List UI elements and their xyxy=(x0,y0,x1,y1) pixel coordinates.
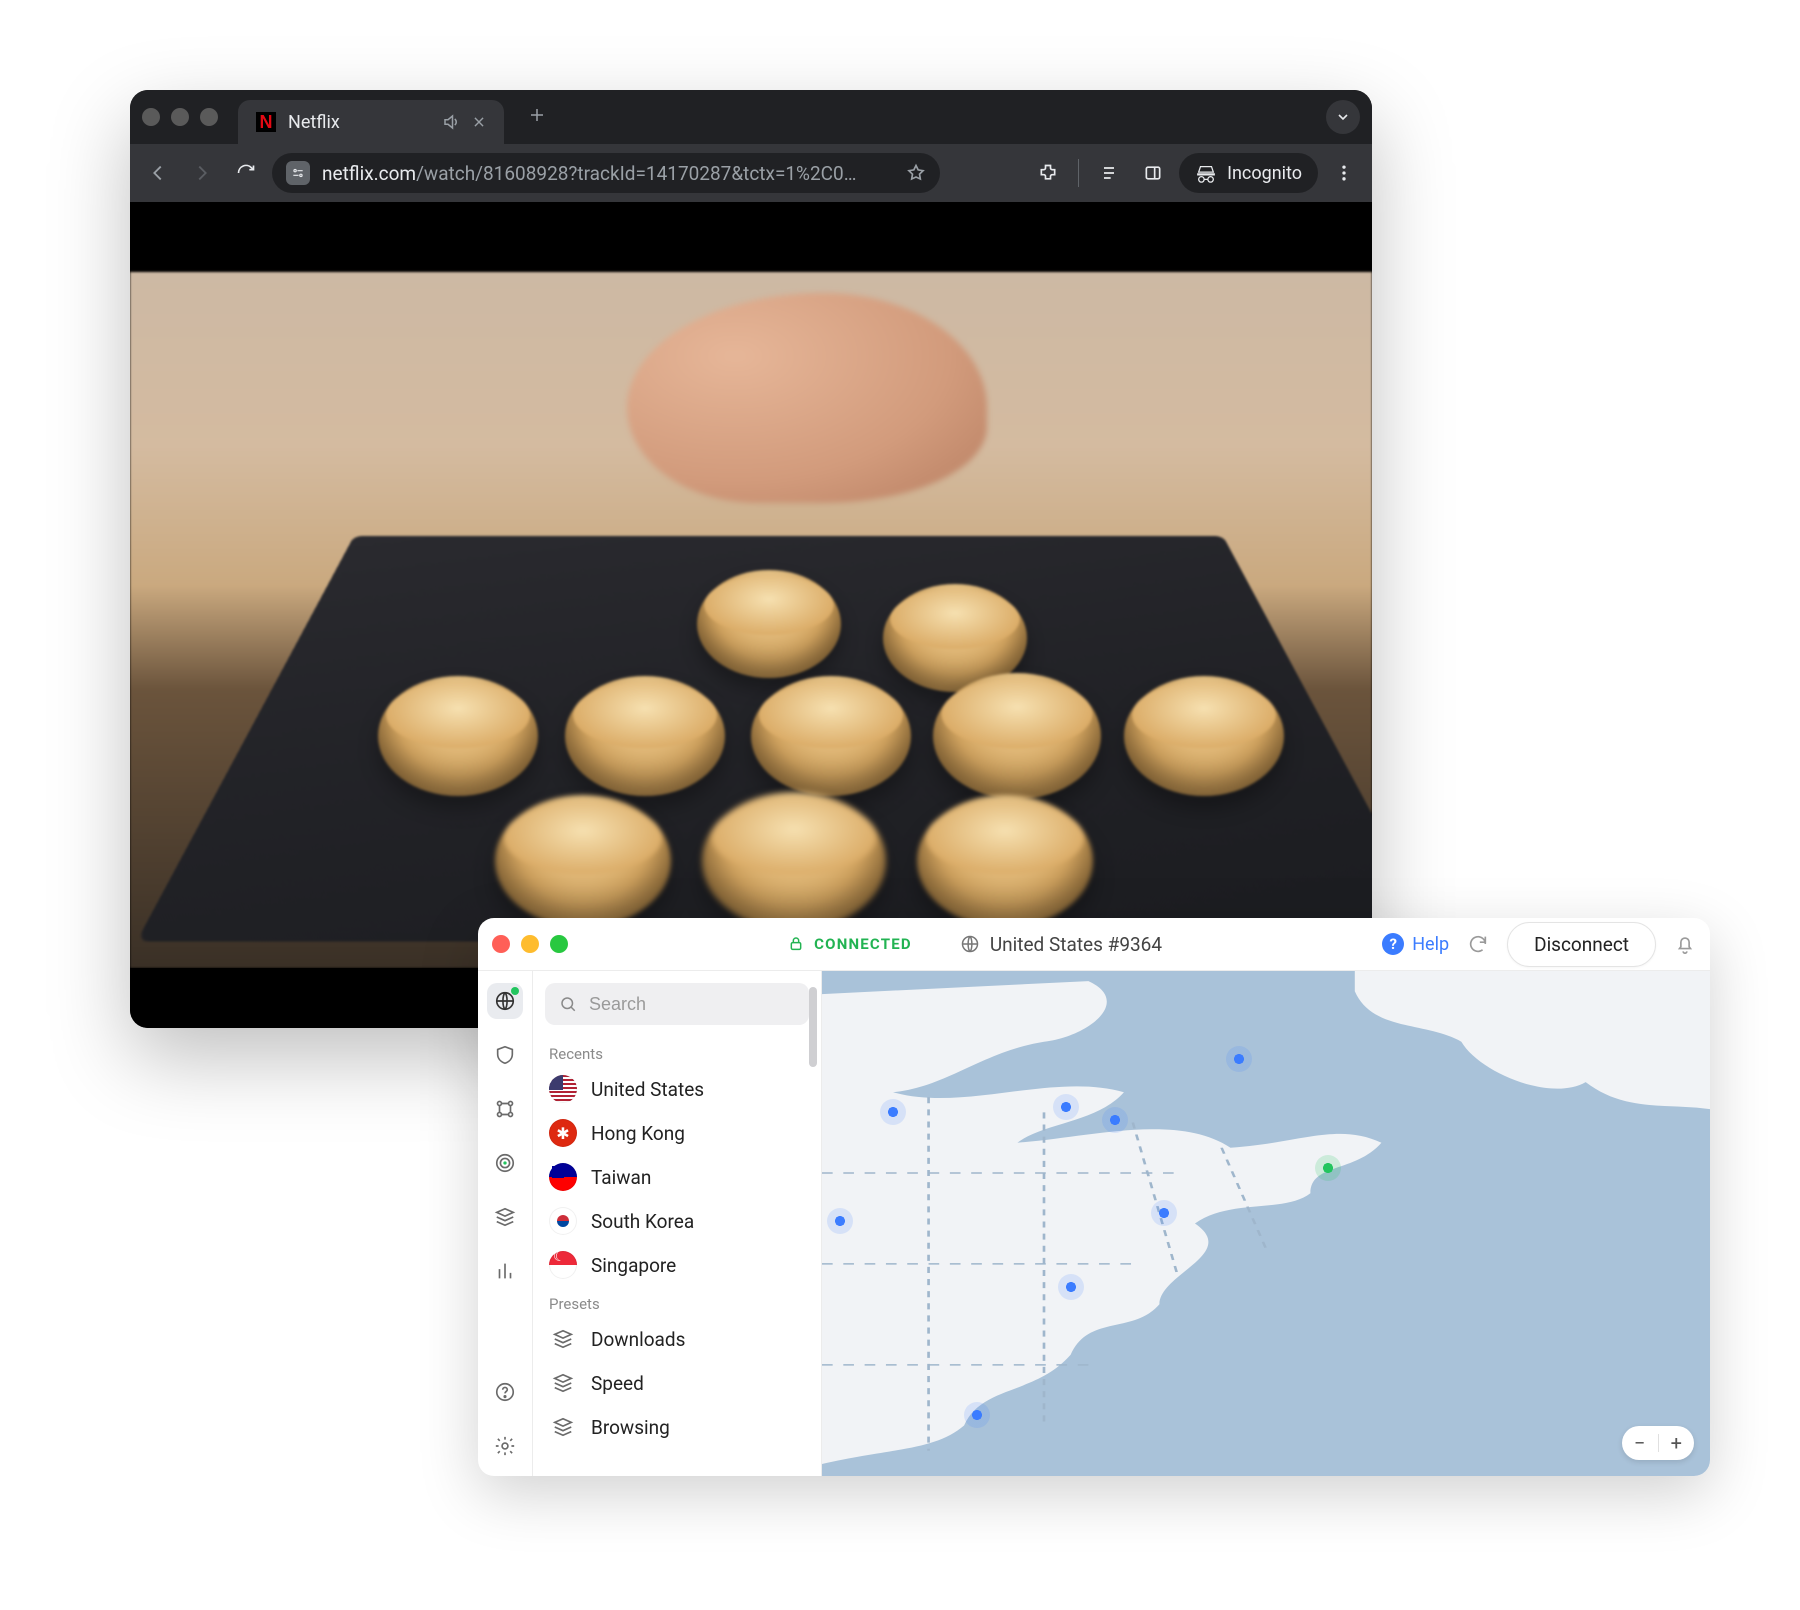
close-window-icon[interactable] xyxy=(492,935,510,953)
recent-country-item[interactable]: South Korea xyxy=(533,1199,821,1243)
recent-country-item[interactable]: Hong Kong xyxy=(533,1111,821,1155)
country-label: United States xyxy=(591,1078,704,1101)
site-settings-icon[interactable] xyxy=(286,161,310,185)
preset-label: Speed xyxy=(591,1372,644,1395)
map-zoom-controls: − + xyxy=(1622,1426,1694,1460)
minimize-window-icon[interactable] xyxy=(171,108,189,126)
zoom-out-button[interactable]: − xyxy=(1622,1426,1658,1460)
recent-country-item[interactable]: Singapore xyxy=(533,1243,821,1287)
zoom-in-button[interactable]: + xyxy=(1659,1426,1695,1460)
browser-window: N Netflix xyxy=(130,90,1372,1028)
vpn-sidebar: Recents United States Hong Kong Taiwan S… xyxy=(533,971,822,1476)
browser-tab[interactable]: N Netflix xyxy=(238,100,504,144)
side-panel-button[interactable] xyxy=(1135,155,1171,191)
incognito-icon xyxy=(1195,162,1217,184)
fullscreen-window-icon[interactable] xyxy=(550,935,568,953)
nav-countries[interactable] xyxy=(487,983,523,1019)
new-tab-button[interactable] xyxy=(528,105,546,130)
search-input[interactable] xyxy=(545,983,809,1025)
close-window-icon[interactable] xyxy=(142,108,160,126)
toolbar-separator xyxy=(1078,159,1079,187)
globe-icon xyxy=(960,934,980,954)
preset-item[interactable]: Downloads xyxy=(533,1317,821,1361)
back-button[interactable] xyxy=(140,155,176,191)
address-bar[interactable]: netflix.com/watch/81608928?trackId=14170… xyxy=(272,153,940,193)
recent-country-item[interactable]: Taiwan xyxy=(533,1155,821,1199)
connected-dot-icon xyxy=(511,987,519,995)
current-server[interactable]: United States #9364 xyxy=(960,933,1162,956)
nav-radar[interactable] xyxy=(487,1145,523,1181)
video-frame-illustration xyxy=(130,272,1372,968)
netflix-favicon-icon: N xyxy=(256,112,276,132)
nav-stats[interactable] xyxy=(487,1253,523,1289)
disconnect-button[interactable]: Disconnect xyxy=(1507,922,1656,967)
window-traffic-lights[interactable] xyxy=(492,935,568,953)
flag-tw-icon xyxy=(549,1163,577,1191)
notifications-icon[interactable] xyxy=(1674,933,1696,955)
country-label: South Korea xyxy=(591,1210,694,1233)
preset-label: Downloads xyxy=(591,1328,685,1351)
refresh-icon[interactable] xyxy=(1467,933,1489,955)
nav-support[interactable] xyxy=(487,1374,523,1410)
minimize-window-icon[interactable] xyxy=(521,935,539,953)
preset-label: Browsing xyxy=(591,1416,670,1439)
layers-icon xyxy=(549,1413,577,1441)
window-traffic-lights[interactable] xyxy=(142,108,218,126)
map-server-dot[interactable] xyxy=(1058,1274,1084,1300)
vpn-window: CONNECTED United States #9364 ? Help xyxy=(478,918,1710,1476)
server-label: United States #9364 xyxy=(990,933,1162,956)
map-server-dot[interactable] xyxy=(827,1208,853,1234)
country-label: Hong Kong xyxy=(591,1122,685,1145)
incognito-chip[interactable]: Incognito xyxy=(1179,153,1318,193)
reload-button[interactable] xyxy=(228,155,264,191)
vpn-titlebar: CONNECTED United States #9364 ? Help xyxy=(478,918,1710,971)
search-icon xyxy=(559,995,577,1013)
flag-sg-icon xyxy=(549,1251,577,1279)
flag-hk-icon xyxy=(549,1119,577,1147)
search-field[interactable] xyxy=(587,993,823,1016)
preset-item[interactable]: Speed xyxy=(533,1361,821,1405)
map-land-icon xyxy=(822,971,1710,1476)
connection-status: CONNECTED xyxy=(788,935,912,953)
extensions-button[interactable] xyxy=(1030,155,1066,191)
scrollbar-thumb[interactable] xyxy=(809,987,817,1067)
nav-settings[interactable] xyxy=(487,1428,523,1464)
help-label: Help xyxy=(1412,934,1449,955)
bookmark-star-icon[interactable] xyxy=(906,163,926,183)
tabs-menu-button[interactable] xyxy=(1326,100,1360,134)
flag-kr-icon xyxy=(549,1207,577,1235)
forward-button xyxy=(184,155,220,191)
close-tab-icon[interactable] xyxy=(472,115,486,129)
nav-mesh[interactable] xyxy=(487,1091,523,1127)
preset-item[interactable]: Browsing xyxy=(533,1405,821,1449)
url-text: netflix.com/watch/81608928?trackId=14170… xyxy=(322,162,856,185)
nav-shield[interactable] xyxy=(487,1037,523,1073)
country-label: Singapore xyxy=(591,1254,676,1277)
recents-heading: Recents xyxy=(533,1037,821,1067)
video-player[interactable] xyxy=(130,202,1372,1028)
vpn-map[interactable]: − + xyxy=(822,971,1710,1476)
presets-heading: Presets xyxy=(533,1287,821,1317)
recent-country-item[interactable]: United States xyxy=(533,1067,821,1111)
tab-audio-icon[interactable] xyxy=(442,113,460,131)
layers-icon xyxy=(549,1369,577,1397)
status-label: CONNECTED xyxy=(814,935,912,953)
reading-list-button[interactable] xyxy=(1091,155,1127,191)
nav-presets[interactable] xyxy=(487,1199,523,1235)
country-label: Taiwan xyxy=(591,1166,651,1189)
flag-us-icon xyxy=(549,1075,577,1103)
incognito-label: Incognito xyxy=(1227,163,1302,184)
layers-icon xyxy=(549,1325,577,1353)
vpn-nav-rail xyxy=(478,971,533,1476)
lock-icon xyxy=(788,936,804,952)
fullscreen-window-icon[interactable] xyxy=(200,108,218,126)
map-server-dot-active[interactable] xyxy=(1315,1155,1341,1181)
map-server-dot[interactable] xyxy=(1102,1107,1128,1133)
browser-tabstrip: N Netflix xyxy=(130,90,1372,144)
help-button[interactable]: ? Help xyxy=(1382,933,1449,955)
chrome-menu-button[interactable] xyxy=(1326,155,1362,191)
tab-title: Netflix xyxy=(288,112,430,133)
help-badge-icon: ? xyxy=(1382,933,1404,955)
browser-toolbar: netflix.com/watch/81608928?trackId=14170… xyxy=(130,144,1372,202)
